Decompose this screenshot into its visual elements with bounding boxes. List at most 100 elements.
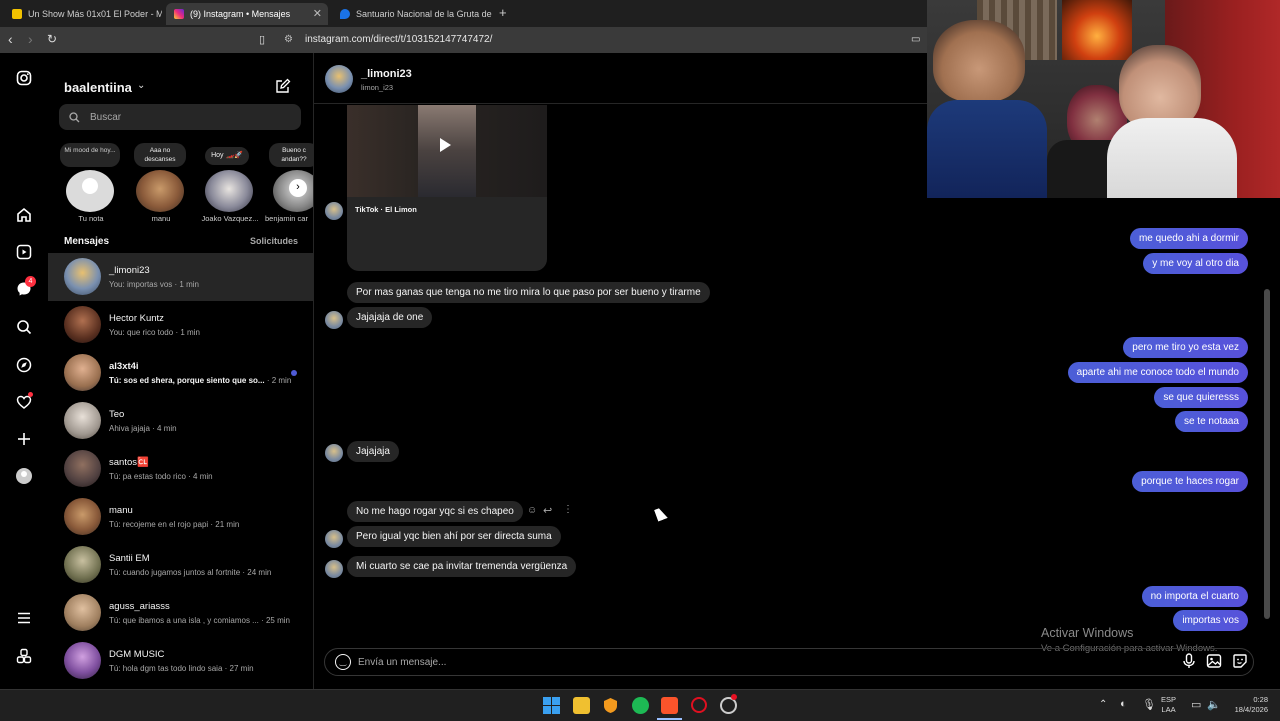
outgoing-message[interactable]: porque te haces rogar <box>1132 471 1248 492</box>
search-box[interactable]: Buscar <box>59 104 301 130</box>
incoming-message[interactable]: Por mas ganas que tenga no me tiro mira … <box>347 282 710 303</box>
new-tab-button[interactable]: + <box>499 5 507 20</box>
incoming-message[interactable]: Mi cuarto se cae pa invitar tremenda ver… <box>347 556 577 577</box>
url-field[interactable]: instagram.com/direct/t/103152147747472/ <box>305 34 492 45</box>
incoming-message[interactable]: Pero igual yqc bien ahí por ser directa … <box>347 526 561 547</box>
home-icon[interactable] <box>14 205 34 225</box>
conversation-item[interactable]: manu Tú: recojeme en el rojo papi · 21 m… <box>48 493 313 541</box>
incoming-message[interactable]: Jajajaja de one <box>347 307 433 328</box>
conversation-item[interactable]: Hector Kuntz You: que rico todo · 1 min <box>48 301 313 349</box>
conversation-preview: Tú: pa estas todo rico · 4 min <box>109 472 213 481</box>
outgoing-message[interactable]: se te notaaa <box>1174 411 1248 432</box>
browser-tab[interactable]: Santuario Nacional de la Gruta de Lo <box>332 3 492 25</box>
notifications-heart-icon[interactable] <box>14 392 34 412</box>
search-icon[interactable] <box>14 317 34 337</box>
outgoing-message[interactable]: pero me tiro yo esta vez <box>1123 337 1248 358</box>
close-tab-icon[interactable]: ✕ <box>313 7 322 20</box>
tray-mic-icon[interactable]: 🎙 <box>1142 698 1156 711</box>
outgoing-message[interactable]: importas vos <box>1173 610 1248 631</box>
conversation-item[interactable]: al3xt4i Tú: sos ed shera, porque siento … <box>48 349 313 397</box>
image-upload-icon[interactable] <box>1206 653 1222 674</box>
emoji-picker-icon[interactable]: ‿ <box>335 654 351 670</box>
browser-tab[interactable]: Un Show Más 01x01 El Poder - Mis C <box>4 3 162 25</box>
sender-avatar <box>325 530 343 548</box>
incoming-message[interactable]: Jajajaja <box>347 441 399 462</box>
person-head <box>933 20 1025 102</box>
avatar <box>136 170 184 212</box>
note-bubble: Aaa no descanses <box>134 143 186 167</box>
notification-badge: 4 <box>25 276 36 287</box>
message-composer[interactable]: ‿ Envía un mensaje... <box>324 648 1254 676</box>
threads-also-from-meta-icon[interactable] <box>14 646 34 666</box>
conversation-item[interactable]: santos🆑 Tú: pa estas todo rico · 4 min <box>48 445 313 493</box>
sticker-icon[interactable] <box>1232 653 1248 674</box>
account-username[interactable]: baalentiina <box>64 80 132 95</box>
more-options-icon[interactable]: ⋮ <box>563 504 573 515</box>
spotify-icon[interactable] <box>632 697 649 714</box>
explore-icon[interactable] <box>14 355 34 375</box>
windows-start-icon[interactable] <box>543 697 560 714</box>
note-name: Tu nota <box>78 214 104 223</box>
shared-post-card[interactable]: TikTok · El Limon <box>347 105 547 271</box>
conversation-item[interactable]: _limoni23 You: importas vos · 1 min <box>48 253 313 301</box>
contact-name[interactable]: _limoni23 <box>361 68 412 80</box>
chevron-down-icon[interactable]: ⌄ <box>137 80 145 91</box>
reply-icon[interactable]: ↩ <box>543 504 552 517</box>
outgoing-message[interactable]: y me voy al otro dia <box>1143 253 1248 274</box>
chat-scrollbar[interactable] <box>1264 289 1270 619</box>
new-message-icon[interactable] <box>275 78 291 99</box>
tray-app-icon[interactable]: ◐ <box>1120 698 1127 710</box>
profile-avatar-icon[interactable] <box>14 466 34 486</box>
conversation-item[interactable]: Santii EM Tú: cuando jugamos juntos al f… <box>48 541 313 589</box>
opera-gx-icon[interactable] <box>691 697 707 713</box>
note-name: benjamin car <box>265 214 308 223</box>
scroll-right-arrow-icon[interactable]: › <box>289 179 307 197</box>
react-emoji-icon[interactable]: ☺ <box>527 505 537 516</box>
reload-icon[interactable]: ↻ <box>47 32 57 46</box>
avatar <box>64 594 101 631</box>
site-settings-icon[interactable]: ⚙ <box>284 34 293 45</box>
conversation-item[interactable]: Teo Ahiva jajaja · 4 min <box>48 397 313 445</box>
browser-tab-active[interactable]: (9) Instagram • Mensajes ✕ <box>166 3 328 25</box>
language-indicator[interactable]: ESP LAA <box>1161 695 1176 715</box>
file-explorer-icon[interactable] <box>573 697 590 714</box>
conversation-item[interactable]: DGM MUSIC Tú: hola dgm tas todo lindo sa… <box>48 637 313 685</box>
conversation-item[interactable]: aguss_ariasss Tú: que ibamos a una isla … <box>48 589 313 637</box>
brave-browser-icon[interactable] <box>661 697 678 714</box>
message-input[interactable]: Envía un mensaje... <box>358 657 446 668</box>
incoming-message[interactable]: No me hago rogar yqc si es chapeo <box>347 501 523 522</box>
avatar[interactable] <box>325 65 353 93</box>
conversation-name: Hector Kuntz <box>109 313 164 324</box>
network-icon[interactable]: ▭ <box>1191 698 1201 711</box>
requests-link[interactable]: Solicitudes <box>250 236 298 246</box>
outgoing-message[interactable]: se que quieresss <box>1154 387 1248 408</box>
forward-icon[interactable]: › <box>28 31 33 47</box>
steam-icon[interactable] <box>720 694 737 714</box>
avatar <box>205 170 253 212</box>
outgoing-message[interactable]: me quedo ahi a dormir <box>1129 228 1248 249</box>
volume-icon[interactable]: 🔈 <box>1207 698 1221 711</box>
shield-app-icon[interactable] <box>602 697 619 714</box>
tray-chevron-icon[interactable]: ⌃ <box>1099 699 1107 710</box>
avatar <box>64 402 101 439</box>
cast-icon[interactable]: ▭ <box>911 34 920 45</box>
conversation-name: manu <box>109 505 133 516</box>
avatar <box>64 354 101 391</box>
instagram-logo-icon[interactable] <box>14 68 34 88</box>
outgoing-message[interactable]: no importa el cuarto <box>1141 586 1248 607</box>
search-input[interactable]: Buscar <box>90 112 121 123</box>
messenger-icon[interactable]: 4 <box>14 276 36 299</box>
webcam-overlay <box>927 0 1280 198</box>
avatar <box>64 642 101 679</box>
reels-icon[interactable] <box>14 242 34 262</box>
contact-handle: limon_i23 <box>361 83 394 92</box>
bookmark-icon[interactable]: ▯ <box>259 33 265 46</box>
clock[interactable]: 0:28 18/4/2026 <box>1226 695 1268 715</box>
back-icon[interactable]: ‹ <box>8 31 13 47</box>
outgoing-message[interactable]: aparte ahi me conoce todo el mundo <box>1067 362 1248 383</box>
microphone-icon[interactable] <box>1182 653 1196 674</box>
conversation-name: al3xt4i <box>109 361 139 372</box>
create-plus-icon[interactable] <box>14 429 34 449</box>
more-menu-icon[interactable] <box>14 608 34 628</box>
play-icon[interactable] <box>440 138 451 152</box>
